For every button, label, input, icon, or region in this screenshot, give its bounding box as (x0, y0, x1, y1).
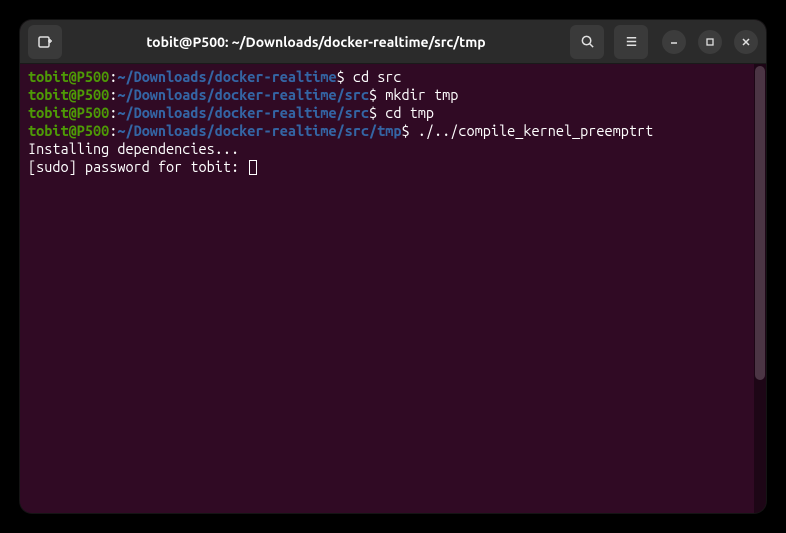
command-text: cd src (353, 68, 402, 85)
prompt-line: tobit@P500:~/Downloads/docker-realtime/s… (28, 86, 758, 104)
close-icon (741, 37, 751, 47)
cwd: ~/Downloads/docker-realtime/src (117, 104, 369, 121)
new-tab-button[interactable] (28, 25, 62, 59)
command-text: ./../compile_kernel_preemptrt (418, 122, 653, 139)
menu-button[interactable] (614, 25, 648, 59)
prompt-line: tobit@P500:~/Downloads/docker-realtime/s… (28, 104, 758, 122)
output-line: Installing dependencies... (28, 140, 758, 158)
minimize-icon (669, 37, 679, 47)
scrollbar-track[interactable] (754, 64, 766, 513)
search-icon (580, 34, 595, 49)
dollar: $ (402, 122, 418, 139)
cwd: ~/Downloads/docker-realtime (117, 68, 336, 85)
cursor (249, 160, 257, 175)
user-host: tobit@P500 (28, 86, 109, 103)
titlebar-right-group (570, 25, 758, 59)
minimize-button[interactable] (662, 30, 686, 54)
titlebar: tobit@P500: ~/Downloads/docker-realtime/… (20, 20, 766, 64)
output-line: [sudo] password for tobit: (28, 158, 758, 176)
user-host: tobit@P500 (28, 104, 109, 121)
terminal-body[interactable]: tobit@P500:~/Downloads/docker-realtime$ … (20, 64, 766, 513)
maximize-button[interactable] (698, 30, 722, 54)
cwd: ~/Downloads/docker-realtime/src (117, 86, 369, 103)
user-host: tobit@P500 (28, 122, 109, 139)
hamburger-icon (624, 34, 639, 49)
close-button[interactable] (734, 30, 758, 54)
cwd: ~/Downloads/docker-realtime/src/tmp (117, 122, 401, 139)
output-text: [sudo] password for tobit: (28, 158, 247, 175)
prompt-line: tobit@P500:~/Downloads/docker-realtime$ … (28, 68, 758, 86)
maximize-icon (705, 37, 715, 47)
terminal-window: tobit@P500: ~/Downloads/docker-realtime/… (20, 20, 766, 513)
search-button[interactable] (570, 25, 604, 59)
new-tab-icon (37, 34, 53, 50)
dollar: $ (369, 104, 385, 121)
dollar: $ (369, 86, 385, 103)
dollar: $ (337, 68, 353, 85)
prompt-line: tobit@P500:~/Downloads/docker-realtime/s… (28, 122, 758, 140)
command-text: mkdir tmp (385, 86, 458, 103)
scrollbar-thumb[interactable] (755, 66, 765, 380)
command-text: cd tmp (385, 104, 434, 121)
window-controls (662, 30, 758, 54)
window-title: tobit@P500: ~/Downloads/docker-realtime/… (70, 34, 562, 50)
user-host: tobit@P500 (28, 68, 109, 85)
